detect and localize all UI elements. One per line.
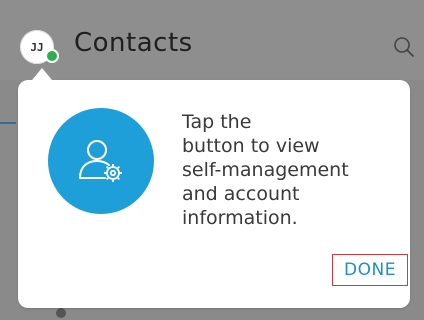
coachmark-pointer <box>32 68 52 80</box>
presence-status-icon <box>45 49 59 63</box>
done-button-label: DONE <box>344 260 396 280</box>
app-header <box>0 0 424 80</box>
avatar-initials: JJ <box>30 40 44 54</box>
coachmark-message: Tap the button to view self-management a… <box>182 111 349 229</box>
background-dot <box>56 308 66 318</box>
coachmark-icon-circle <box>48 108 154 214</box>
search-button[interactable] <box>393 36 415 58</box>
done-button[interactable]: DONE <box>332 254 408 286</box>
page-title: Contacts <box>74 28 193 58</box>
background-tab-indicator <box>0 122 16 124</box>
user-settings-icon <box>79 140 122 182</box>
search-icon <box>394 37 414 57</box>
